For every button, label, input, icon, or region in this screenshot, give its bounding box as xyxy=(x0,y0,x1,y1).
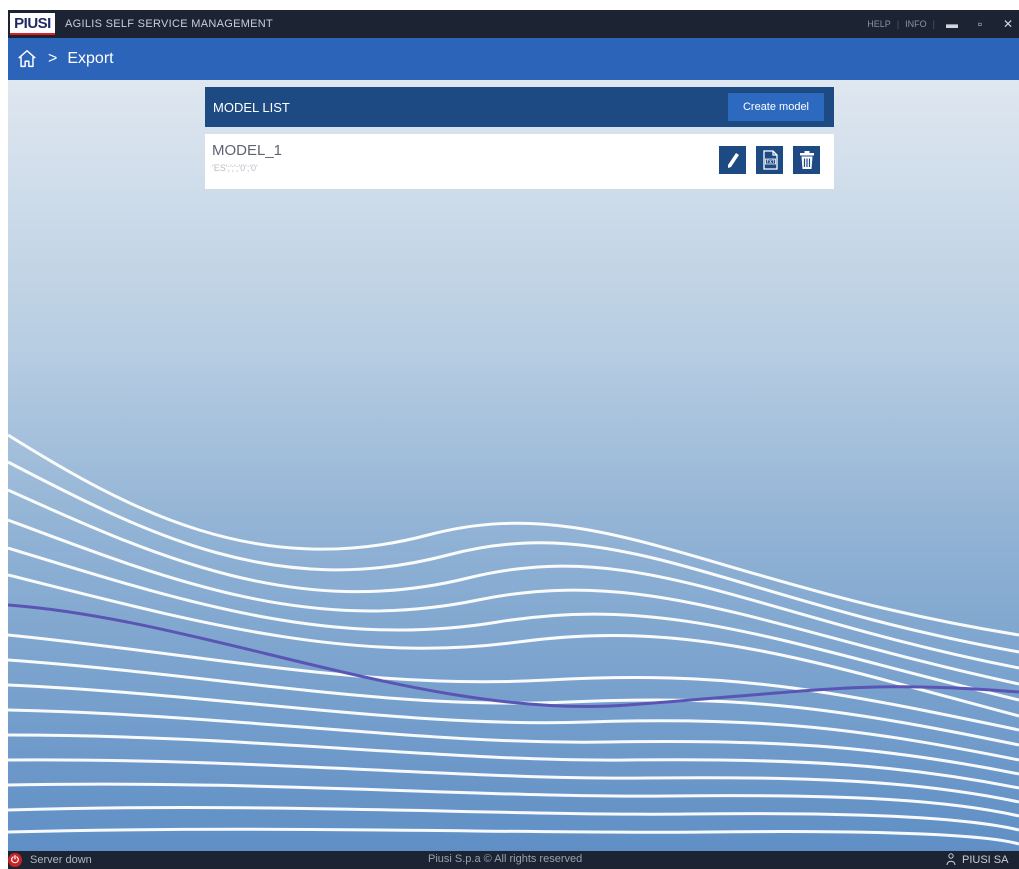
user-name: PIUSI SA xyxy=(962,853,1009,866)
title-actions: HELP | INFO | ▬ ▫ ✕ xyxy=(867,10,1019,38)
app-title: AGILIS SELF SERVICE MANAGEMENT xyxy=(65,18,274,30)
title-divider: | xyxy=(932,19,935,29)
help-link[interactable]: HELP xyxy=(867,19,891,29)
breadcrumb-current: Export xyxy=(67,50,114,67)
trash-icon xyxy=(799,151,814,169)
model-list-title: MODEL LIST xyxy=(213,99,290,115)
list-item[interactable]: MODEL_1 'ES';';';'0';'0' xyxy=(205,134,834,189)
status-bar: ⏻ Server down Piusi S.p.a © All rights r… xyxy=(8,851,1019,869)
server-status-text: Server down xyxy=(30,854,92,866)
home-icon[interactable] xyxy=(16,48,38,70)
create-model-button[interactable]: Create model xyxy=(728,93,824,121)
delete-button[interactable] xyxy=(793,146,820,174)
model-name: MODEL_1 xyxy=(212,142,283,159)
pencil-icon xyxy=(727,153,739,168)
user-icon xyxy=(946,853,956,866)
piusi-logo: PIUSI xyxy=(10,13,55,35)
model-details: 'ES';';';'0';'0' xyxy=(212,163,258,173)
copyright: Piusi S.p.a © All rights reserved xyxy=(428,853,583,865)
close-button[interactable]: ✕ xyxy=(997,17,1019,31)
minimize-button[interactable]: ▬ xyxy=(941,17,963,31)
title-divider: | xyxy=(896,19,900,29)
app-window: PIUSI AGILIS SELF SERVICE MANAGEMENT HEL… xyxy=(8,10,1019,869)
breadcrumb: > Export xyxy=(8,38,1019,80)
maximize-button[interactable]: ▫ xyxy=(969,17,991,31)
background-waves xyxy=(8,433,1019,846)
model-list-header: MODEL LIST Create model xyxy=(205,87,834,127)
breadcrumb-separator: > xyxy=(48,50,58,67)
title-bar: PIUSI AGILIS SELF SERVICE MANAGEMENT HEL… xyxy=(8,10,1019,38)
content-area: MODEL LIST Create model MODEL_1 'ES';';'… xyxy=(8,80,1019,851)
user-info: PIUSI SA xyxy=(946,853,1008,866)
edit-button[interactable] xyxy=(719,146,746,174)
export-txt-button[interactable] xyxy=(756,146,783,174)
txt-file-icon xyxy=(762,150,778,170)
server-status: ⏻ Server down xyxy=(8,853,92,867)
power-icon: ⏻ xyxy=(8,853,22,867)
info-link[interactable]: INFO xyxy=(905,19,927,29)
